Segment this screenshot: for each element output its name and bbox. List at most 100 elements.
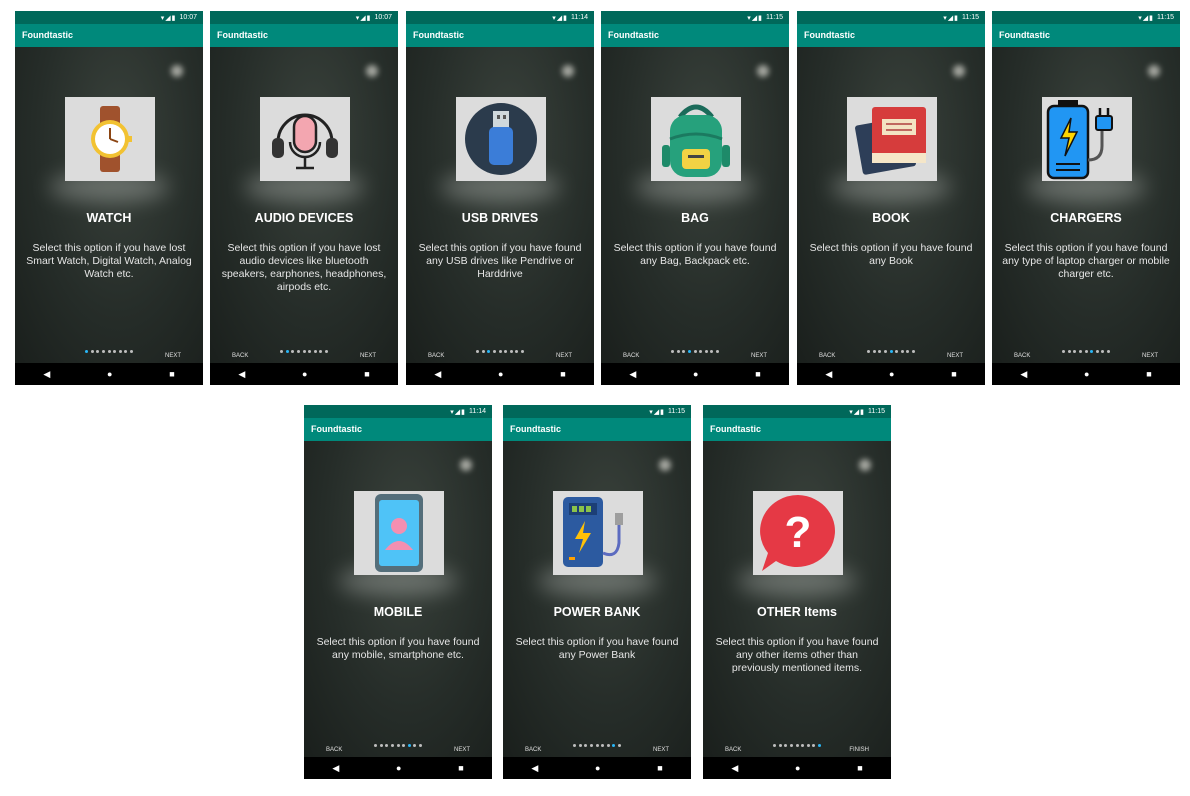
- page-indicator-dot[interactable]: [867, 350, 871, 353]
- page-indicator-dot[interactable]: [476, 350, 480, 353]
- back-triangle-icon[interactable]: ◀: [43, 369, 50, 380]
- recents-square-icon[interactable]: ■: [1146, 369, 1151, 379]
- page-indicator-dot[interactable]: [374, 744, 378, 747]
- next-button[interactable]: NEXT: [751, 353, 767, 359]
- recents-square-icon[interactable]: ■: [857, 763, 862, 773]
- page-indicator-dot[interactable]: [280, 350, 284, 353]
- page-indicator-dot[interactable]: [687, 350, 691, 353]
- page-indicator-dot[interactable]: [578, 744, 582, 747]
- back-triangle-icon[interactable]: ◀: [434, 369, 441, 380]
- home-circle-icon[interactable]: ●: [795, 763, 800, 773]
- page-indicator-dot[interactable]: [601, 744, 605, 747]
- page-indicator-dot[interactable]: [617, 744, 621, 747]
- page-indicator-dot[interactable]: [573, 744, 577, 747]
- page-indicator-dot[interactable]: [895, 350, 899, 353]
- page-indicator-dot[interactable]: [1101, 350, 1105, 353]
- slide-content[interactable]: MOBILE Select this option if you have fo…: [304, 441, 492, 757]
- back-triangle-icon[interactable]: ◀: [238, 369, 245, 380]
- page-indicator-dot[interactable]: [1073, 350, 1077, 353]
- page-indicator-dot[interactable]: [784, 744, 788, 747]
- next-button[interactable]: NEXT: [1142, 353, 1158, 359]
- recents-square-icon[interactable]: ■: [364, 369, 369, 379]
- back-button[interactable]: BACK: [1014, 353, 1030, 359]
- slide-content[interactable]: USB DRIVES Select this option if you hav…: [406, 47, 594, 363]
- page-indicator-dot[interactable]: [883, 350, 887, 353]
- page-indicator-dot[interactable]: [402, 744, 406, 747]
- page-indicator-dot[interactable]: [710, 350, 714, 353]
- back-button[interactable]: BACK: [819, 353, 835, 359]
- page-indicator-dot[interactable]: [520, 350, 524, 353]
- finish-button[interactable]: FINISH: [849, 747, 869, 753]
- page-indicator-dot[interactable]: [285, 350, 289, 353]
- page-indicator-dot[interactable]: [418, 744, 422, 747]
- page-indicator-dot[interactable]: [906, 350, 910, 353]
- page-indicator-dot[interactable]: [1062, 350, 1066, 353]
- next-button[interactable]: NEXT: [454, 747, 470, 753]
- page-indicator-dot[interactable]: [96, 350, 100, 353]
- back-triangle-icon[interactable]: ◀: [1020, 369, 1027, 380]
- slide-content[interactable]: BAG Select this option if you have found…: [601, 47, 789, 363]
- page-indicator-dot[interactable]: [498, 350, 502, 353]
- page-indicator-dot[interactable]: [90, 350, 94, 353]
- page-indicator-dot[interactable]: [124, 350, 128, 353]
- home-circle-icon[interactable]: ●: [498, 369, 503, 379]
- page-indicator-dot[interactable]: [699, 350, 703, 353]
- page-indicator-dot[interactable]: [129, 350, 133, 353]
- page-indicator-dot[interactable]: [107, 350, 111, 353]
- slide-content[interactable]: ? OTHER Items Select this option if you …: [703, 441, 891, 757]
- next-button[interactable]: NEXT: [653, 747, 669, 753]
- page-indicator-dot[interactable]: [595, 744, 599, 747]
- back-button[interactable]: BACK: [623, 353, 639, 359]
- page-indicator-dot[interactable]: [302, 350, 306, 353]
- page-indicator-dot[interactable]: [296, 350, 300, 353]
- page-indicator-dot[interactable]: [1078, 350, 1082, 353]
- page-indicator-dot[interactable]: [900, 350, 904, 353]
- page-indicator-dot[interactable]: [396, 744, 400, 747]
- page-indicator-dot[interactable]: [801, 744, 805, 747]
- page-indicator-dot[interactable]: [676, 350, 680, 353]
- slide-content[interactable]: BOOK Select this option if you have foun…: [797, 47, 985, 363]
- page-indicator-dot[interactable]: [101, 350, 105, 353]
- page-indicator-dot[interactable]: [889, 350, 893, 353]
- back-triangle-icon[interactable]: ◀: [825, 369, 832, 380]
- page-indicator-dot[interactable]: [504, 350, 508, 353]
- page-indicator-dot[interactable]: [584, 744, 588, 747]
- page-indicator-dot[interactable]: [407, 744, 411, 747]
- home-circle-icon[interactable]: ●: [302, 369, 307, 379]
- home-circle-icon[interactable]: ●: [595, 763, 600, 773]
- page-indicator-dot[interactable]: [379, 744, 383, 747]
- recents-square-icon[interactable]: ■: [169, 369, 174, 379]
- page-indicator-dot[interactable]: [308, 350, 312, 353]
- recents-square-icon[interactable]: ■: [657, 763, 662, 773]
- recents-square-icon[interactable]: ■: [951, 369, 956, 379]
- home-circle-icon[interactable]: ●: [396, 763, 401, 773]
- page-indicator-dot[interactable]: [1095, 350, 1099, 353]
- page-indicator-dot[interactable]: [509, 350, 513, 353]
- page-indicator-dot[interactable]: [118, 350, 122, 353]
- back-triangle-icon[interactable]: ◀: [731, 763, 738, 774]
- page-indicator-dot[interactable]: [1106, 350, 1110, 353]
- page-indicator-dot[interactable]: [481, 350, 485, 353]
- recents-square-icon[interactable]: ■: [560, 369, 565, 379]
- page-indicator-dot[interactable]: [113, 350, 117, 353]
- page-indicator-dot[interactable]: [682, 350, 686, 353]
- page-indicator-dot[interactable]: [85, 350, 89, 353]
- back-button[interactable]: BACK: [232, 353, 248, 359]
- page-indicator-dot[interactable]: [671, 350, 675, 353]
- page-indicator-dot[interactable]: [413, 744, 417, 747]
- back-button[interactable]: BACK: [326, 747, 342, 753]
- page-indicator-dot[interactable]: [715, 350, 719, 353]
- home-circle-icon[interactable]: ●: [889, 369, 894, 379]
- home-circle-icon[interactable]: ●: [693, 369, 698, 379]
- page-indicator-dot[interactable]: [872, 350, 876, 353]
- page-indicator-dot[interactable]: [778, 744, 782, 747]
- back-button[interactable]: BACK: [525, 747, 541, 753]
- next-button[interactable]: NEXT: [947, 353, 963, 359]
- slide-content[interactable]: POWER BANK Select this option if you hav…: [503, 441, 691, 757]
- recents-square-icon[interactable]: ■: [458, 763, 463, 773]
- page-indicator-dot[interactable]: [704, 350, 708, 353]
- back-triangle-icon[interactable]: ◀: [531, 763, 538, 774]
- page-indicator-dot[interactable]: [693, 350, 697, 353]
- page-indicator-dot[interactable]: [878, 350, 882, 353]
- slide-content[interactable]: CHARGERS Select this option if you have …: [992, 47, 1180, 363]
